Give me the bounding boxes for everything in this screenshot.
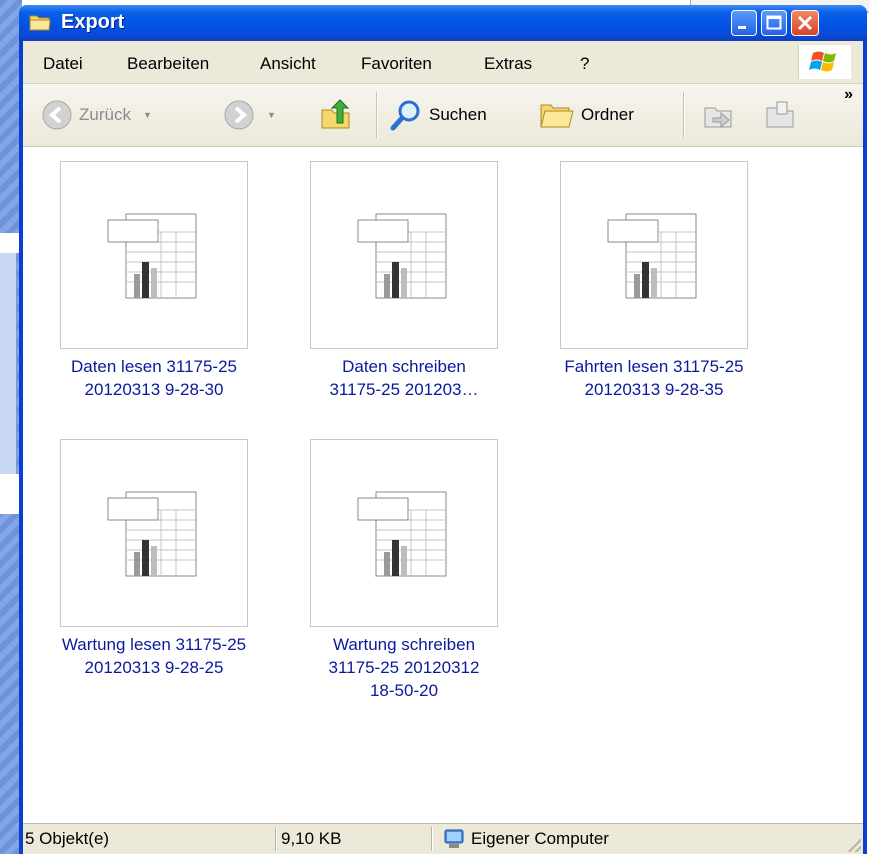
file-label[interactable]: Daten schreiben 31175-25 201203… (281, 355, 527, 401)
desktop-window-fragment (0, 253, 17, 474)
move-to-button[interactable] (701, 95, 735, 135)
folders-label: Ordner (581, 105, 634, 124)
file-label-line: Wartung schreiben (332, 635, 476, 654)
move-to-icon (704, 107, 732, 129)
menu-bearbeiten[interactable]: Bearbeiten (127, 54, 209, 74)
forward-button[interactable]: ▼ (223, 95, 276, 135)
window-title: Export (61, 11, 125, 33)
status-bar: 5 Objekt(e) 9,10 KB Eigener Computer (23, 824, 863, 854)
file-label-line: Daten lesen 31175-25 (70, 357, 238, 376)
status-size: 9,10 KB (281, 827, 432, 851)
file-label-line: Fahrten lesen 31175-25 (564, 357, 744, 376)
menu-help[interactable]: ? (580, 54, 589, 74)
windows-logo (798, 45, 851, 79)
file-label[interactable]: Daten lesen 31175-25 20120313 9-28-30 (31, 355, 277, 401)
report-file-icon (607, 213, 697, 299)
forward-dropdown-icon[interactable]: ▼ (267, 110, 276, 120)
computer-icon (444, 829, 464, 848)
file-thumbnail[interactable] (310, 439, 498, 627)
back-dropdown-icon[interactable]: ▼ (143, 110, 152, 120)
windows-flag-icon (809, 51, 836, 72)
minimize-icon (738, 26, 746, 29)
toolbar-overflow-chevron[interactable]: » (844, 86, 853, 104)
back-label: Zurück (79, 105, 131, 124)
close-button[interactable] (791, 10, 819, 36)
folders-icon (540, 104, 574, 128)
menu-bar: Datei Bearbeiten Ansicht Favoriten Extra… (23, 41, 863, 84)
folder-icon (29, 12, 51, 32)
file-thumbnail[interactable] (60, 161, 248, 349)
close-icon (797, 15, 813, 31)
report-file-icon (107, 491, 197, 577)
menu-datei[interactable]: Datei (43, 54, 83, 74)
menu-ansicht[interactable]: Ansicht (260, 54, 316, 74)
search-icon (390, 100, 420, 131)
up-folder-icon (321, 99, 350, 129)
search-label: Suchen (429, 105, 487, 124)
toolbar-separator (683, 92, 684, 138)
copy-to-button[interactable] (763, 95, 797, 135)
title-bar[interactable]: Export (19, 5, 867, 41)
resize-grip[interactable] (845, 836, 861, 852)
file-label[interactable]: Wartung schreiben 31175-25 20120312 18-5… (281, 633, 527, 702)
status-object-count: 5 Objekt(e) (25, 827, 276, 851)
status-zone: Eigener Computer (443, 827, 833, 851)
menu-favoriten[interactable]: Favoriten (361, 54, 432, 74)
report-file-icon (357, 213, 447, 299)
up-folder-button[interactable] (319, 95, 353, 135)
copy-to-icon (766, 101, 794, 128)
report-file-icon (357, 491, 447, 577)
file-label-line: 18-50-20 (369, 681, 439, 700)
toolbar-separator (376, 92, 377, 138)
file-label-line: Wartung lesen 31175-25 (61, 635, 247, 654)
file-label[interactable]: Fahrten lesen 31175-25 20120313 9-28-35 (531, 355, 777, 401)
file-label[interactable]: Wartung lesen 31175-25 20120313 9-28-25 (31, 633, 277, 679)
file-label-line: 31175-25 201203… (329, 380, 479, 399)
file-label-line: 31175-25 20120312 (328, 658, 480, 677)
window-client: Datei Bearbeiten Ansicht Favoriten Extra… (23, 41, 863, 854)
file-label-line: Daten schreiben (342, 357, 466, 376)
back-arrow-icon (42, 100, 72, 130)
status-zone-label: Eigener Computer (471, 829, 609, 848)
minimize-button[interactable] (731, 10, 757, 36)
maximize-button[interactable] (761, 10, 787, 36)
file-view[interactable]: Daten lesen 31175-25 20120313 9-28-30 Da… (23, 147, 863, 824)
menu-extras[interactable]: Extras (484, 54, 532, 74)
file-label-line: 20120313 9-28-30 (84, 380, 224, 399)
maximize-icon (766, 15, 782, 30)
file-thumbnail[interactable] (60, 439, 248, 627)
folders-button[interactable]: Ordner (539, 95, 634, 135)
report-file-icon (107, 213, 197, 299)
file-label-line: 20120313 9-28-25 (84, 658, 224, 677)
file-thumbnail[interactable] (560, 161, 748, 349)
explorer-window: Export Datei Bearbeiten Ansicht Favorite… (19, 5, 867, 854)
forward-arrow-icon (224, 100, 254, 130)
file-thumbnail[interactable] (310, 161, 498, 349)
file-label-line: 20120313 9-28-35 (584, 380, 724, 399)
back-button[interactable]: Zurück ▼ (41, 95, 152, 135)
search-button[interactable]: Suchen (389, 95, 487, 135)
toolbar: Zurück ▼ ▼ Suchen Ordner » (23, 84, 863, 147)
